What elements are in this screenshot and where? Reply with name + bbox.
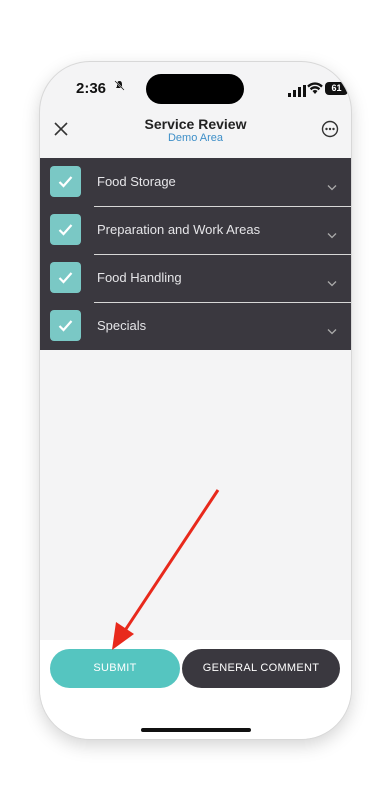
section-food-storage[interactable]: Food Storage [40,158,351,206]
section-specials[interactable]: Specials [40,302,351,350]
section-label: Food Handling [97,270,182,285]
page-subtitle: Demo Area [167,132,224,144]
more-options-icon[interactable] [321,120,339,138]
bell-slash-icon [114,80,125,94]
app-header: Service Review Demo Area [40,108,351,158]
checkmark-icon[interactable] [50,214,81,245]
bottom-action-bar: SUBMIT GENERAL COMMENT [40,640,351,739]
checkmark-icon[interactable] [50,310,81,341]
chevron-down-icon [327,178,337,191]
chevron-down-icon [327,226,337,239]
section-label: Food Storage [97,174,176,189]
status-bar: 2:36 61 [40,62,351,108]
battery-icon: 61 [325,82,348,95]
phone-frame: 2:36 61 Service Review Demo Area Food St… [40,62,351,739]
signal-icon [288,84,306,97]
review-sections: Food Storage Preparation and Work Areas … [40,158,351,350]
status-time: 2:36 [76,80,107,97]
checkmark-icon[interactable] [50,262,81,293]
home-indicator [141,728,251,732]
general-comment-button[interactable]: GENERAL COMMENT [182,649,340,688]
section-label: Specials [97,318,147,333]
section-preparation-work-areas[interactable]: Preparation and Work Areas [40,206,351,254]
chevron-down-icon [327,322,337,335]
dynamic-island [146,74,244,104]
wifi-icon [307,82,323,95]
page-title: Service Review [144,116,247,132]
submit-button[interactable]: SUBMIT [50,649,180,688]
chevron-down-icon [327,274,337,287]
section-label: Preparation and Work Areas [97,222,261,237]
checkmark-icon[interactable] [50,166,81,197]
section-food-handling[interactable]: Food Handling [40,254,351,302]
